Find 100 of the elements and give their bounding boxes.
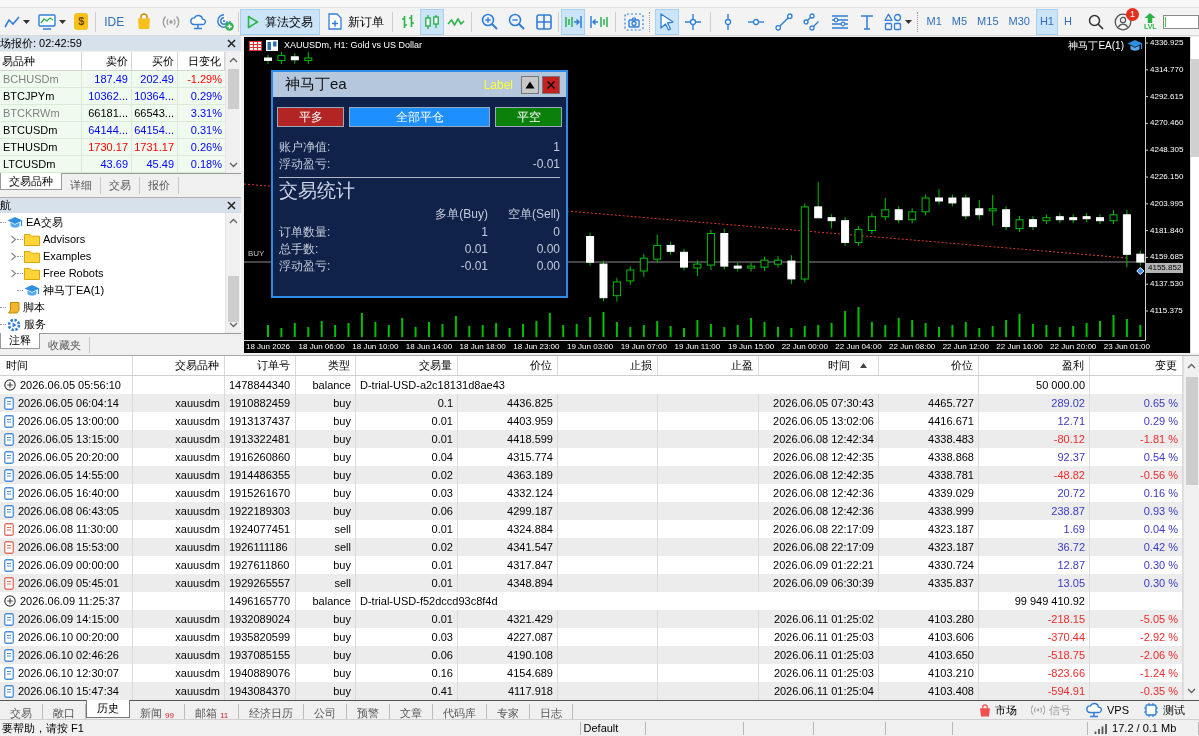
- user-icon[interactable]: [1113, 12, 1132, 31]
- navigator-item[interactable]: Free Robots: [43, 265, 104, 282]
- column-header[interactable]: 止损: [558, 356, 658, 375]
- table-cell-text: 4103.650: [928, 647, 974, 663]
- symbol-name[interactable]: BTCKRWm: [3, 105, 60, 122]
- navigator-item[interactable]: Examples: [43, 248, 92, 265]
- collapse-button[interactable]: [521, 75, 539, 94]
- radar-icon[interactable]: [216, 12, 235, 31]
- dollar-button[interactable]: $: [74, 13, 89, 30]
- service-link[interactable]: 测试: [1143, 701, 1185, 719]
- column-header[interactable]: 交易量: [356, 356, 458, 375]
- tab[interactable]: 注释: [0, 333, 40, 349]
- navigator-item[interactable]: 服务: [24, 316, 46, 333]
- chart-icon[interactable]: [266, 40, 278, 51]
- scroll-up-icon[interactable]: [228, 218, 238, 224]
- tab[interactable]: 详细: [62, 177, 101, 194]
- zoom-in-icon[interactable]: [480, 13, 498, 30]
- navigator-item[interactable]: Advisors: [43, 231, 86, 248]
- vertical-line-icon[interactable]: [722, 12, 733, 31]
- scroll-down-icon[interactable]: [1187, 688, 1196, 694]
- scroll-thumb[interactable]: [227, 276, 239, 322]
- timeframe-button[interactable]: M1: [922, 8, 946, 35]
- timeframe-button[interactable]: H1: [1035, 8, 1058, 35]
- new-order-button[interactable]: 新订单: [321, 8, 390, 35]
- grid-icon[interactable]: [535, 13, 552, 30]
- level-up-icon[interactable]: [1144, 12, 1157, 23]
- screenshot-icon[interactable]: [623, 12, 644, 31]
- algo-trading-button[interactable]: 算法交易: [239, 8, 320, 35]
- chevron-right-icon[interactable]: [10, 269, 17, 278]
- tab[interactable]: 收藏夹: [40, 337, 90, 353]
- scroll-up-icon[interactable]: [228, 57, 238, 63]
- symbol-name[interactable]: BTCJPYm: [3, 88, 55, 105]
- symbol-name[interactable]: BTCUSDm: [3, 122, 58, 139]
- tab[interactable]: 历史: [86, 700, 130, 718]
- broadcast-icon[interactable]: [162, 14, 181, 29]
- channel-icon[interactable]: [802, 12, 821, 31]
- table-cell-text: buy: [333, 557, 351, 573]
- tab[interactable]: 交易品种: [0, 173, 62, 190]
- column-header[interactable]: 易品种: [0, 52, 82, 70]
- table-cell-text: 238.87: [1051, 503, 1085, 519]
- column-header[interactable]: 卖价: [82, 52, 132, 70]
- table-cell-text: 1915261670: [229, 485, 291, 501]
- scroll-down-icon[interactable]: [228, 322, 238, 328]
- column-header[interactable]: 类型: [296, 356, 356, 375]
- table-cell-text: 1943084370: [229, 683, 291, 699]
- ide-button[interactable]: IDE: [100, 9, 129, 34]
- daily-change: 0.31%: [190, 123, 222, 138]
- column-header[interactable]: 交易品种: [133, 356, 225, 375]
- service-link[interactable]: VPS: [1085, 701, 1129, 719]
- bid-price: 187.49: [94, 72, 128, 87]
- scroll-thumb[interactable]: [1191, 59, 1199, 157]
- timeframe-button[interactable]: M5: [947, 8, 972, 35]
- table-cell-text: 1913322481: [229, 431, 291, 447]
- table-cell-text: 2026.06.10 00:20:00: [18, 629, 119, 645]
- navigator-item[interactable]: EA交易: [26, 214, 63, 231]
- table-cell-text: 1910882459: [229, 395, 291, 411]
- tab[interactable]: 交易: [101, 177, 140, 194]
- table-icon[interactable]: [249, 40, 262, 51]
- fibonacci-lines-icon[interactable]: [830, 13, 849, 30]
- cursor-button[interactable]: [654, 8, 679, 35]
- cloud-icon[interactable]: [189, 13, 208, 30]
- column-header[interactable]: 盈利: [979, 356, 1090, 375]
- column-header[interactable]: 时间: [759, 356, 879, 375]
- symbol-name[interactable]: BCHUSDm: [3, 71, 59, 88]
- ask-price: 10364...: [134, 89, 174, 104]
- action-button[interactable]: 平空: [495, 107, 562, 127]
- chevron-right-icon[interactable]: [10, 252, 17, 261]
- text-tool-icon[interactable]: [859, 13, 874, 30]
- trend-line-icon[interactable]: [774, 12, 793, 31]
- column-header[interactable]: 买价: [132, 52, 178, 70]
- column-header[interactable]: 止盈: [658, 356, 759, 375]
- navigator-item[interactable]: 神马丁EA(1): [43, 282, 105, 299]
- timeframe-button[interactable]: M30: [1004, 8, 1034, 35]
- service-link[interactable]: 市场: [979, 701, 1017, 719]
- timeframe-button[interactable]: H: [1060, 8, 1076, 35]
- stats-value: 0.01: [464, 240, 488, 258]
- tab[interactable]: 报价: [140, 177, 179, 194]
- scroll-up-icon[interactable]: [1187, 363, 1196, 369]
- candlestick-button[interactable]: [419, 8, 445, 35]
- close-icon[interactable]: [227, 201, 236, 210]
- column-header[interactable]: 价位: [458, 356, 558, 375]
- symbol-name[interactable]: LTCUSDm: [3, 156, 56, 173]
- close-icon[interactable]: [227, 39, 236, 48]
- timeframe-button[interactable]: M15: [973, 8, 1003, 35]
- shopping-bag-icon[interactable]: [136, 13, 153, 30]
- column-header[interactable]: 订单号: [225, 356, 296, 375]
- horizontal-line-icon[interactable]: [746, 16, 765, 27]
- scroll-thumb[interactable]: [1185, 377, 1198, 485]
- symbol-name[interactable]: ETHUSDm: [3, 139, 58, 156]
- close-button[interactable]: [542, 75, 560, 94]
- navigator-item[interactable]: 脚本: [23, 299, 45, 316]
- column-header[interactable]: 时间: [0, 356, 133, 375]
- scroll-thumb[interactable]: [227, 69, 239, 109]
- zoom-out-icon[interactable]: [507, 13, 525, 30]
- search-icon[interactable]: [1087, 13, 1104, 30]
- action-button[interactable]: 平多: [277, 107, 344, 127]
- auto-scroll-button[interactable]: [561, 8, 586, 35]
- chevron-right-icon[interactable]: [10, 235, 17, 244]
- column-header[interactable]: 价位: [879, 356, 979, 375]
- scroll-down-icon[interactable]: [228, 162, 238, 168]
